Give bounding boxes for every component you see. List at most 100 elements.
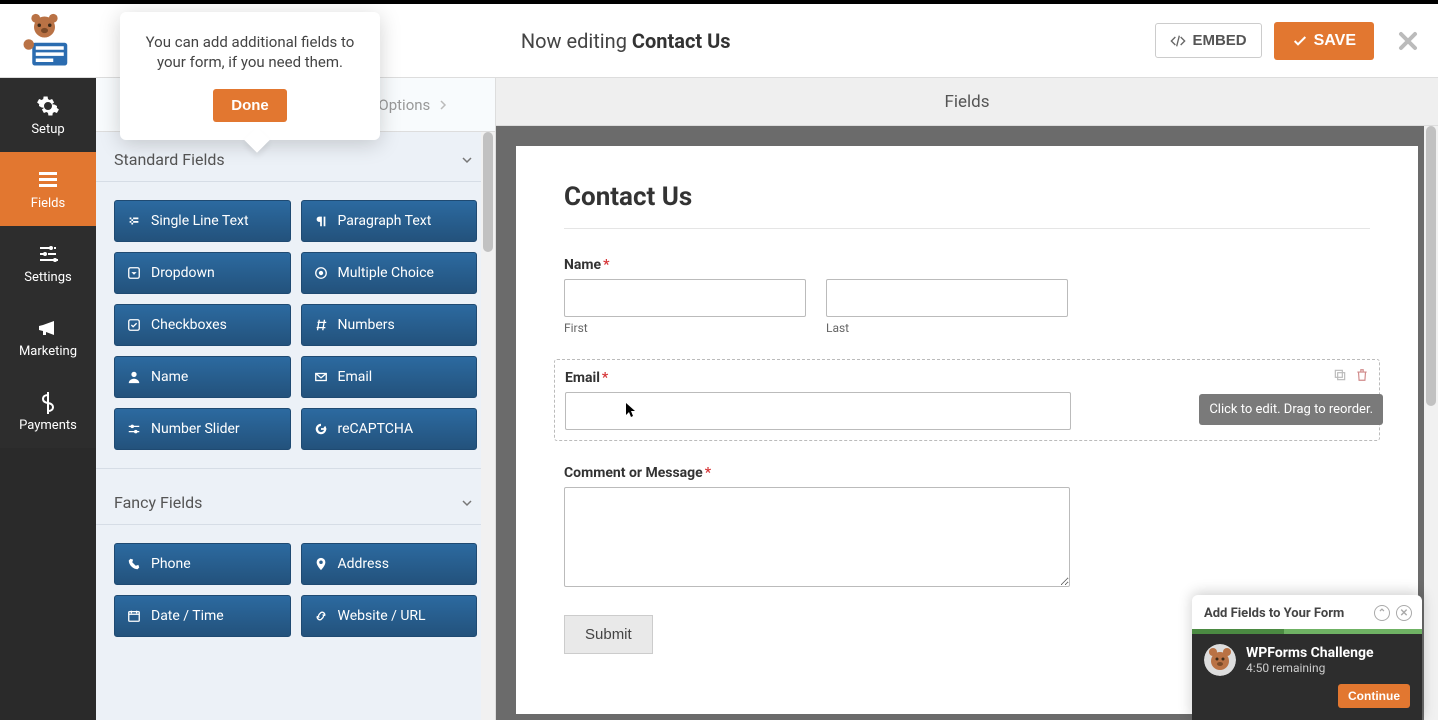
chevron-right-icon <box>438 100 448 110</box>
challenge-row: WPForms Challenge 4:50 remaining <box>1204 644 1410 676</box>
field-button-dropdown[interactable]: Dropdown <box>114 252 291 294</box>
field-name[interactable]: Name* First Last <box>564 257 1370 335</box>
section-standard-fields[interactable]: Standard Fields <box>96 132 495 182</box>
required-asterisk: * <box>603 257 609 273</box>
field-button-label: Multiple Choice <box>338 265 434 281</box>
field-button-label: Numbers <box>338 317 395 333</box>
field-button-label: Name <box>151 369 188 385</box>
field-button-phone[interactable]: Phone <box>114 543 291 585</box>
field-button-numbers[interactable]: Numbers <box>301 304 478 346</box>
save-button[interactable]: SAVE <box>1274 22 1374 60</box>
hash-icon <box>314 318 328 332</box>
field-label: Email* <box>565 370 1369 386</box>
link-icon <box>314 609 328 623</box>
dollar-icon <box>36 390 60 414</box>
challenge-body: WPForms Challenge 4:50 remaining Continu… <box>1192 634 1422 720</box>
field-button-label: Checkboxes <box>151 317 227 333</box>
field-button-label: reCAPTCHA <box>338 421 414 437</box>
embed-button[interactable]: EMBED <box>1155 23 1261 58</box>
sublabel-last: Last <box>826 321 1068 335</box>
field-button-label: Phone <box>151 556 191 572</box>
field-button-date-time[interactable]: Date / Time <box>114 595 291 637</box>
field-button-website-url[interactable]: Website / URL <box>301 595 478 637</box>
challenge-title: WPForms Challenge <box>1246 645 1374 661</box>
left-nav: Setup Fields Settings Marketing Payments <box>0 78 96 720</box>
name-last-col: Last <box>826 279 1068 335</box>
close-icon <box>1396 29 1420 53</box>
popover-done-button[interactable]: Done <box>213 89 287 122</box>
field-label: Comment or Message* <box>564 465 1370 481</box>
close-button[interactable] <box>1396 29 1420 53</box>
list-icon <box>36 168 60 192</box>
nav-fields[interactable]: Fields <box>0 152 96 226</box>
scrollbar-thumb[interactable] <box>483 132 493 252</box>
logo-wrap <box>0 13 96 69</box>
chevron-down-icon <box>461 497 473 509</box>
message-textarea[interactable] <box>564 487 1070 587</box>
nav-setup[interactable]: Setup <box>0 78 96 152</box>
field-button-label: Address <box>338 556 389 572</box>
field-button-address[interactable]: Address <box>301 543 478 585</box>
cursor-icon <box>625 402 637 422</box>
standard-fields-grid: Single Line Text Paragraph Text Dropdown Mu… <box>96 200 495 450</box>
dismiss-icon[interactable]: ✕ <box>1396 605 1412 621</box>
field-button-checkboxes[interactable]: Checkboxes <box>114 304 291 346</box>
email-input[interactable] <box>565 392 1071 430</box>
nav-payments[interactable]: Payments <box>0 374 96 448</box>
duplicate-icon[interactable] <box>1333 368 1347 382</box>
submit-button[interactable]: Submit <box>564 615 653 654</box>
paragraph-icon <box>314 214 328 228</box>
first-name-input[interactable] <box>564 279 806 317</box>
wpforms-logo-icon <box>20 13 76 69</box>
challenge-header: Add Fields to Your Form ⌃ ✕ <box>1192 595 1422 629</box>
form-title: Contact Us <box>564 182 1370 212</box>
gear-icon <box>36 94 60 118</box>
field-button-name[interactable]: Name <box>114 356 291 398</box>
sidepanel-scrollbar[interactable] <box>481 132 495 720</box>
nav-settings[interactable]: Settings <box>0 226 96 300</box>
field-button-single-line-text[interactable]: Single Line Text <box>114 200 291 242</box>
field-button-email[interactable]: Email <box>301 356 478 398</box>
field-button-label: Dropdown <box>151 265 215 281</box>
dot-circle-icon <box>314 266 328 280</box>
panel-scroll: Standard Fields Single Line Text Paragrap… <box>96 132 495 720</box>
check-square-icon <box>127 318 141 332</box>
field-button-multiple-choice[interactable]: Multiple Choice <box>301 252 478 294</box>
collapse-icon[interactable]: ⌃ <box>1374 605 1390 621</box>
nav-label: Marketing <box>19 344 77 359</box>
field-message[interactable]: Comment or Message* <box>564 465 1370 591</box>
nav-label: Settings <box>24 270 71 285</box>
field-button-label: Number Slider <box>151 421 240 437</box>
field-button-label: Paragraph Text <box>338 213 432 229</box>
field-button-number-slider[interactable]: Number Slider <box>114 408 291 450</box>
sliders-icon <box>36 242 60 266</box>
calendar-icon <box>127 609 141 623</box>
required-asterisk: * <box>705 465 711 481</box>
field-button-label: Email <box>338 369 373 385</box>
section-fancy-fields[interactable]: Fancy Fields <box>96 468 495 525</box>
field-hover-tooltip: Click to edit. Drag to reorder. <box>1199 394 1383 425</box>
nav-label: Payments <box>19 418 77 433</box>
editing-form-name: Contact Us <box>632 29 731 53</box>
challenge-continue-button[interactable]: Continue <box>1338 684 1410 708</box>
field-email[interactable]: Email* Click to edit. Drag to reorder. <box>554 359 1380 441</box>
google-icon <box>314 422 328 436</box>
required-asterisk: * <box>602 370 608 386</box>
popover-text: You can add additional fields to your fo… <box>140 32 360 73</box>
text-icon <box>127 214 141 228</box>
last-name-input[interactable] <box>826 279 1068 317</box>
editing-prefix: Now editing <box>521 29 627 53</box>
scrollbar-thumb[interactable] <box>1426 126 1436 406</box>
nav-label: Fields <box>31 196 65 211</box>
map-pin-icon <box>314 557 328 571</box>
phone-icon <box>127 557 141 571</box>
trash-icon[interactable] <box>1355 368 1369 382</box>
field-button-paragraph-text[interactable]: Paragraph Text <box>301 200 478 242</box>
section-title: Standard Fields <box>114 150 225 169</box>
caret-square-icon <box>127 266 141 280</box>
canvas-scrollbar[interactable] <box>1424 126 1438 720</box>
field-button-recaptcha[interactable]: reCAPTCHA <box>301 408 478 450</box>
nav-marketing[interactable]: Marketing <box>0 300 96 374</box>
sliders-h-icon <box>127 422 141 436</box>
sublabel-first: First <box>564 321 806 335</box>
